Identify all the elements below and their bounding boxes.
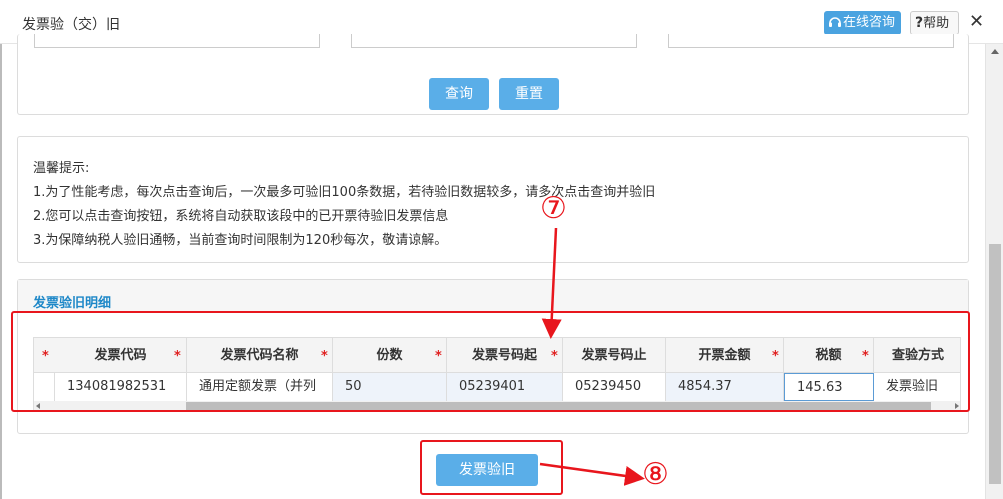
tip-line-3: 3.为保障纳税人验旧通畅，当前查询时间限制为120秒每次，敬请谅解。 bbox=[33, 233, 448, 248]
step-marker-8: ⑧ bbox=[642, 457, 669, 492]
tips-heading: 温馨提示: bbox=[33, 161, 90, 176]
left-edge bbox=[0, 44, 2, 499]
help-button[interactable]: ?帮助 bbox=[910, 11, 959, 35]
online-consult-label: 在线咨询 bbox=[843, 15, 896, 30]
scroll-up-icon[interactable] bbox=[991, 49, 999, 54]
highlight-box-submit bbox=[420, 440, 563, 495]
dialog-title: 发票验（交）旧 bbox=[22, 17, 120, 33]
online-consult-button[interactable]: 在线咨询 bbox=[824, 11, 901, 35]
detail-title: 发票验旧明细 bbox=[33, 296, 112, 311]
tip-line-2: 2.您可以点击查询按钮，系统将自动获取该段中的已开票待验旧发票信息 bbox=[33, 209, 449, 224]
reset-button[interactable]: 重置 bbox=[499, 78, 559, 110]
vertical-scrollbar[interactable] bbox=[985, 44, 1003, 499]
query-panel: 查询 重置 bbox=[17, 34, 969, 115]
detail-header: 发票验旧明细 bbox=[18, 280, 968, 312]
question-icon: ? bbox=[915, 15, 924, 31]
headset-icon bbox=[829, 17, 841, 27]
query-input-3[interactable] bbox=[668, 34, 954, 48]
highlight-box-grid bbox=[11, 311, 970, 412]
query-button[interactable]: 查询 bbox=[429, 78, 489, 110]
query-input-2[interactable] bbox=[351, 34, 637, 48]
query-input-1[interactable] bbox=[34, 34, 320, 48]
step-marker-7: ⑦ bbox=[540, 191, 567, 226]
tips-panel: 温馨提示: 1.为了性能考虑，每次点击查询后，一次最多可验旧100条数据，若待验… bbox=[17, 136, 969, 263]
vertical-scroll-thumb[interactable] bbox=[989, 244, 1001, 484]
close-icon[interactable]: ✕ bbox=[969, 12, 984, 32]
help-label: 帮助 bbox=[923, 16, 950, 31]
